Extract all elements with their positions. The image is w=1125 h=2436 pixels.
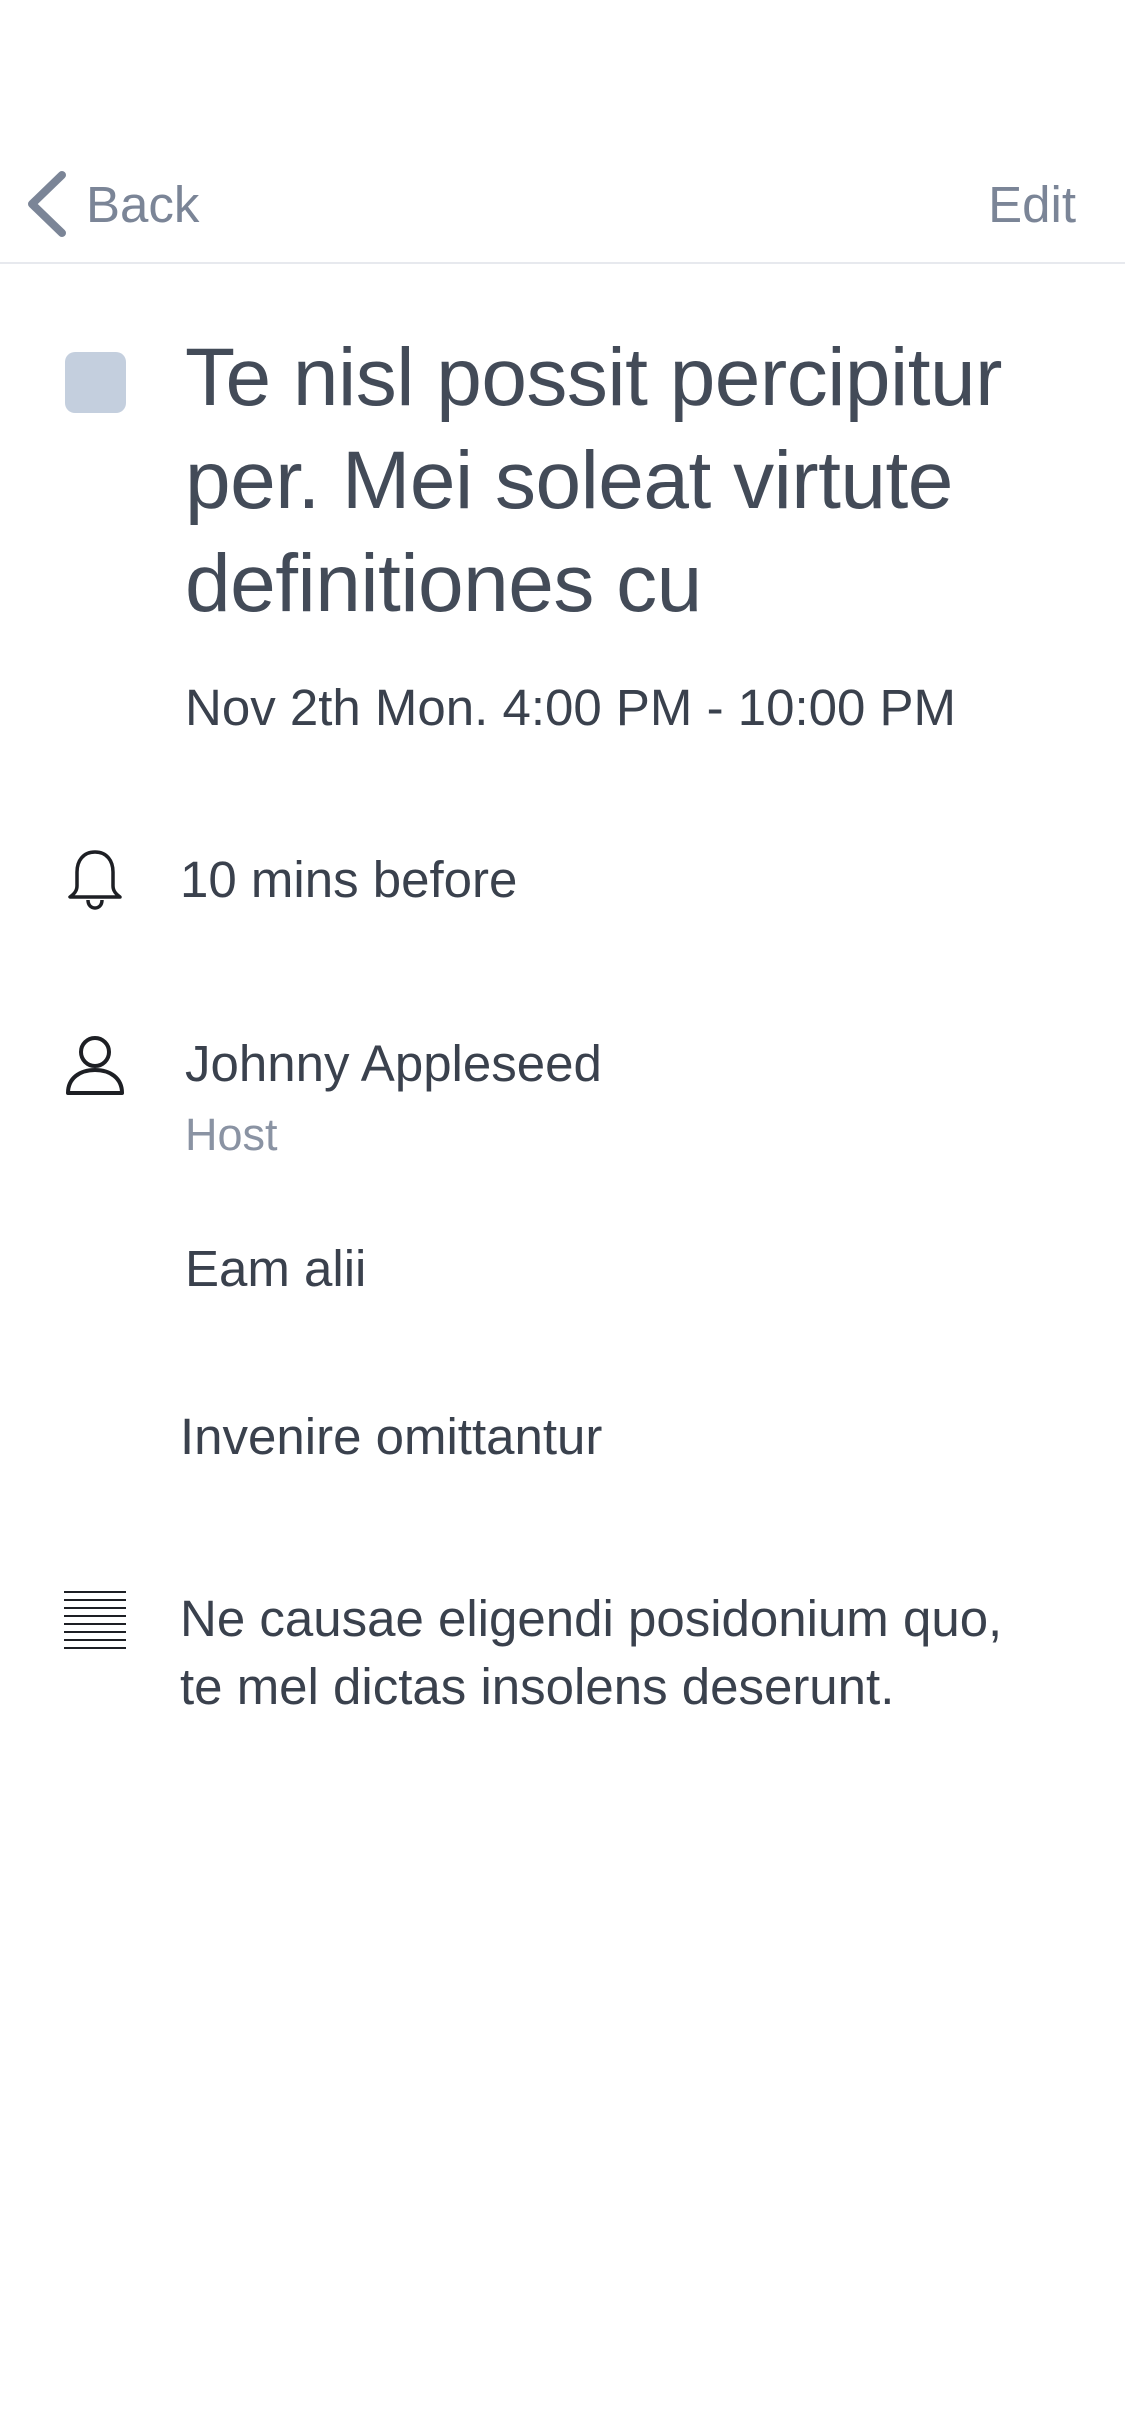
edit-button[interactable]: Edit xyxy=(988,168,1076,240)
bell-icon xyxy=(62,848,128,910)
location-text[interactable]: Invenire omittantur xyxy=(180,1403,602,1471)
navigation-bar: Back Edit xyxy=(0,0,1125,264)
event-title: Te nisl possit percipitur per. Mei solea… xyxy=(185,332,1002,629)
notes-text[interactable]: Ne causae eligendi posidonium quo, te me… xyxy=(180,1585,1040,1721)
event-time: Nov 2th Mon. 4:00 PM - 10:00 PM xyxy=(185,679,957,736)
event-color-swatch xyxy=(65,352,126,413)
attendee-role: Host xyxy=(185,1109,278,1160)
calendar-name[interactable]: Eam alii xyxy=(185,1235,366,1303)
back-label: Back xyxy=(86,175,200,233)
notes-icon xyxy=(62,1590,128,1650)
back-button[interactable]: Back xyxy=(24,168,199,240)
person-icon xyxy=(62,1034,128,1096)
attendee-name[interactable]: Johnny Appleseed xyxy=(185,1030,602,1098)
chevron-left-icon xyxy=(24,171,68,237)
reminder-text[interactable]: 10 mins before xyxy=(180,846,517,914)
